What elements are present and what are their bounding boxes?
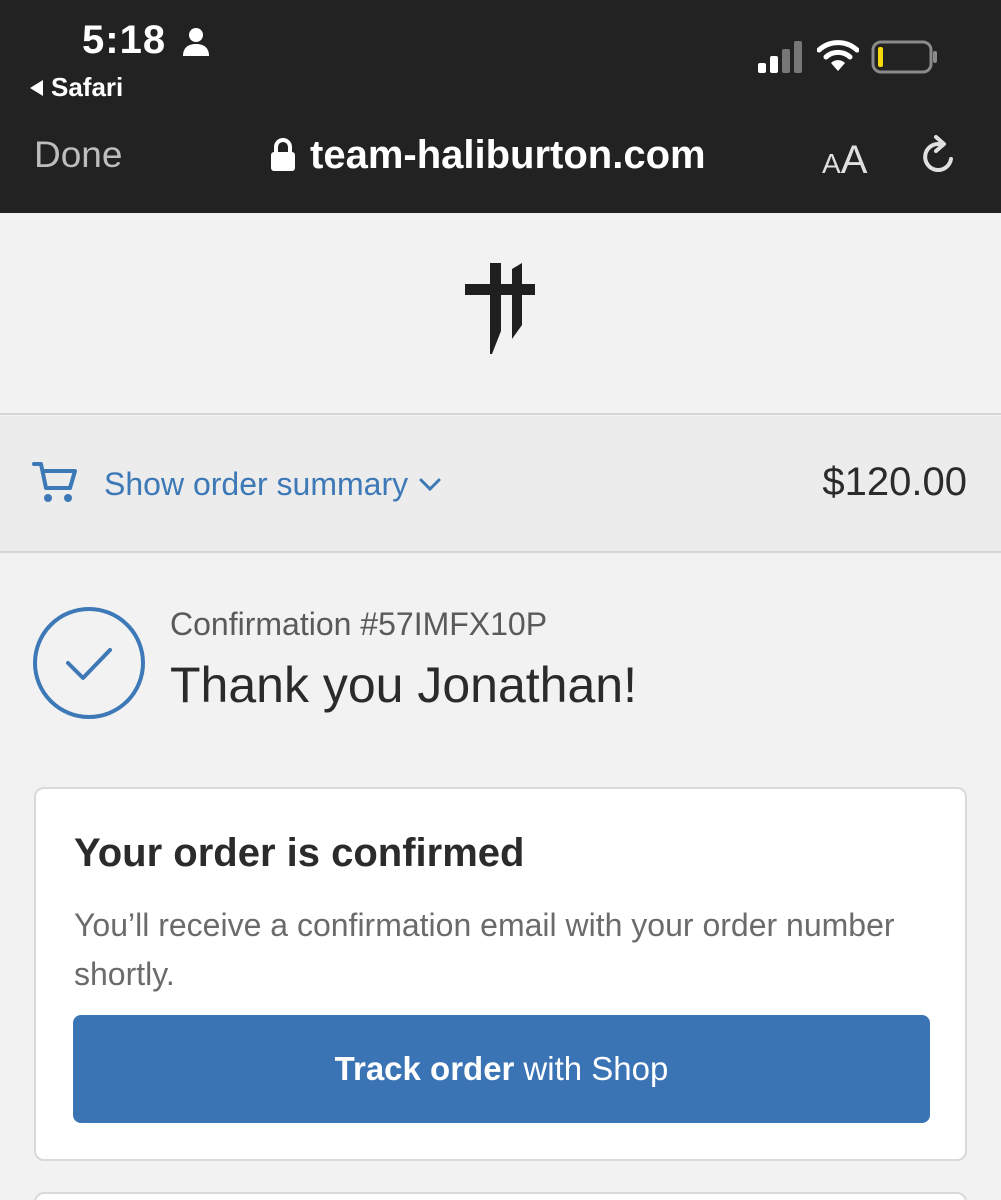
track-order-bold-label: Track order — [334, 1050, 515, 1087]
signal-icon — [758, 41, 802, 73]
check-circle-icon — [33, 607, 145, 719]
done-button[interactable]: Done — [34, 134, 122, 176]
chevron-down-icon — [419, 478, 441, 491]
track-order-button[interactable]: Track order with Shop — [73, 1015, 930, 1123]
track-order-shop-label: with Shop — [523, 1050, 669, 1087]
text-size-small-label: A — [822, 148, 841, 179]
back-app-label: Safari — [51, 72, 124, 102]
show-order-summary-toggle[interactable]: Show order summary — [104, 466, 442, 503]
order-total: $120.00 — [822, 460, 967, 504]
address-bar[interactable]: team-haliburton.com — [270, 130, 706, 180]
order-confirmed-card: Your order is confirmed You’ll receive a… — [34, 787, 967, 1161]
card-message: You’ll receive a confirmation email with… — [74, 907, 895, 992]
reload-icon[interactable] — [917, 135, 961, 179]
back-arrow-icon — [30, 79, 43, 96]
text-size-button[interactable]: AA — [822, 138, 867, 183]
url-text: team-haliburton.com — [310, 132, 706, 177]
text-size-large-label: A — [840, 138, 868, 182]
thank-you-heading: Thank you Jonathan! — [170, 657, 637, 713]
next-section-card — [34, 1192, 967, 1200]
battery-icon — [871, 40, 937, 74]
lock-icon — [271, 138, 295, 171]
wifi-icon — [817, 40, 859, 71]
back-to-safari-link[interactable]: Safari — [30, 72, 123, 103]
cart-icon[interactable] — [32, 458, 80, 506]
person-icon — [183, 28, 209, 56]
order-summary-bar: Show order summary $120.00 — [0, 416, 1001, 553]
order-summary-label: Show order summary — [104, 466, 409, 502]
confirmation-number: Confirmation #57IMFX10P — [170, 606, 548, 642]
status-time: 5:18 — [82, 18, 167, 62]
store-header — [0, 213, 1001, 415]
store-logo[interactable] — [460, 259, 540, 359]
card-title: Your order is confirmed — [74, 831, 525, 875]
safari-top-bar: 5:18 Safari Done team-haliburton.com AA — [0, 0, 1001, 213]
